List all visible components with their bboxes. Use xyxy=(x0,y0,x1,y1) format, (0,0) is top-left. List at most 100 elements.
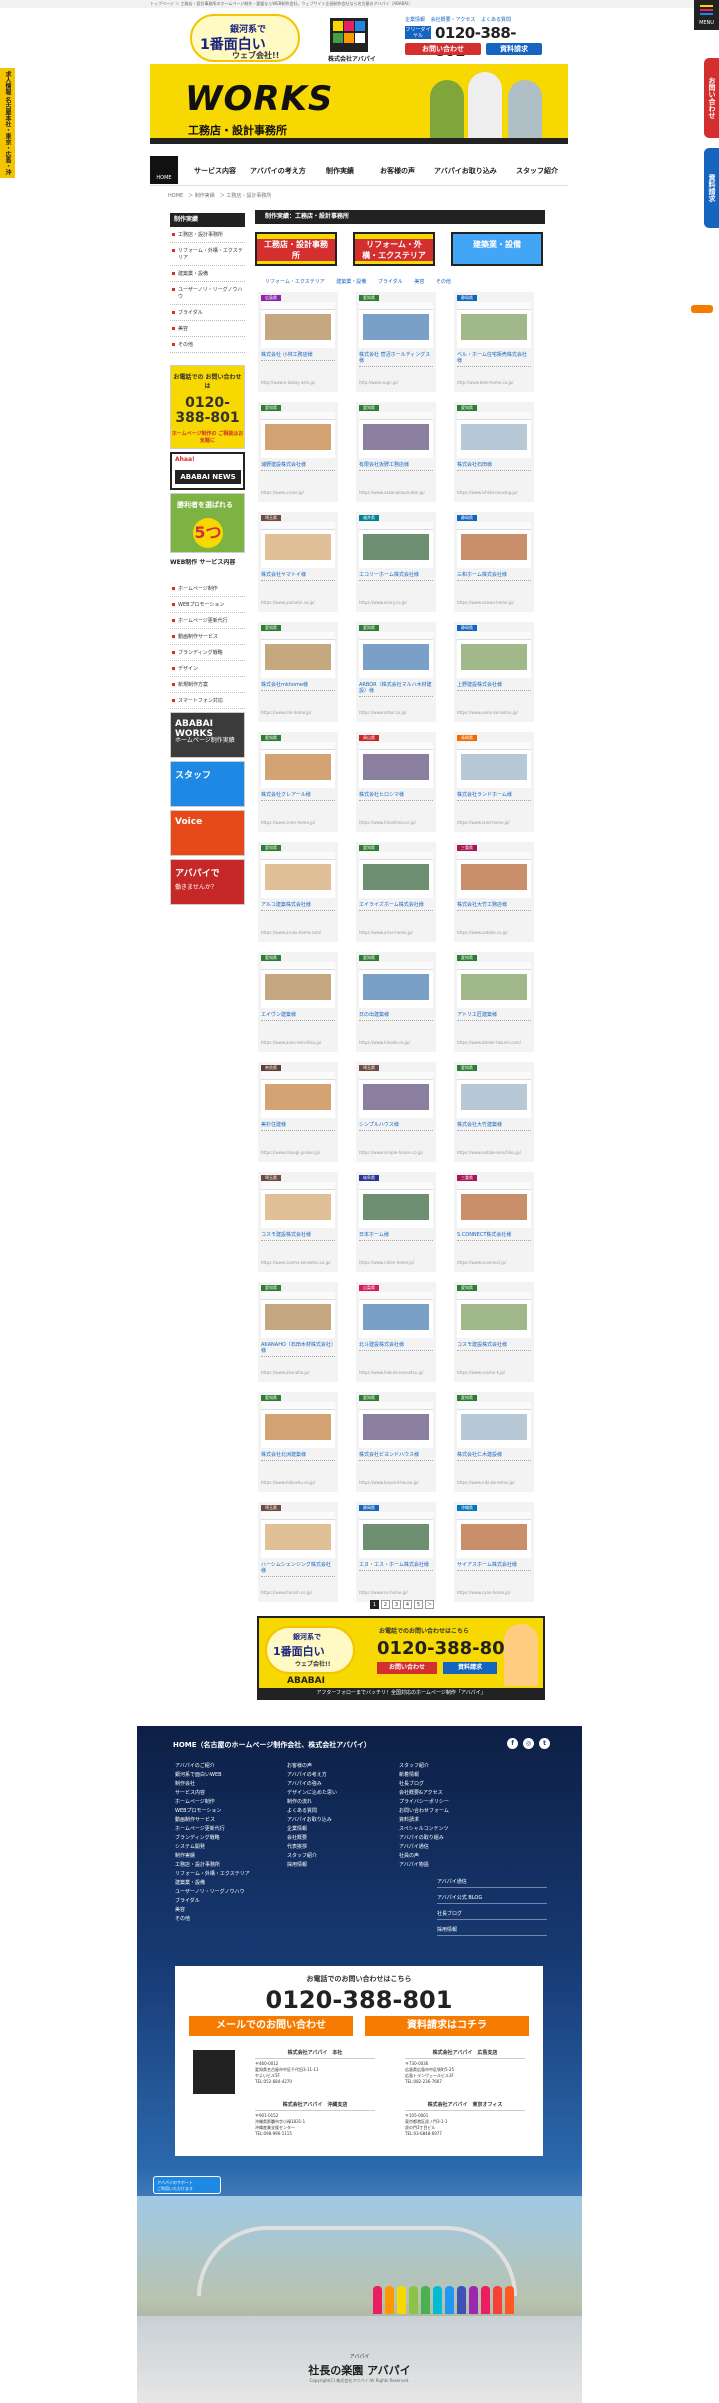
work-name[interactable]: アトリエ匠建築様 xyxy=(457,1012,531,1021)
work-url[interactable]: https://www.ns-home.jp/ xyxy=(359,1590,433,1595)
work-card[interactable]: 埼玉県 シンプルハウス様 https://www.simple-house.co.j… xyxy=(356,1062,436,1162)
sidebar-item[interactable]: 工務店・設計事務所 xyxy=(170,227,245,243)
work-card[interactable]: 愛知県 アトリエ匠建築様 https://www.atelier-takumi.co… xyxy=(454,952,534,1052)
work-name[interactable]: AKANAHO（石田木材株式会社）様 xyxy=(261,1342,335,1357)
breadcrumb-works[interactable]: 制作実績 xyxy=(195,193,215,199)
sidebar-service-item[interactable]: ホームページ制作 xyxy=(170,581,245,597)
work-name[interactable]: 株式会社ランドホーム様 xyxy=(457,792,531,801)
work-name[interactable]: 有限会社坂野工務店様 xyxy=(359,462,433,471)
work-name[interactable]: 北斗建設株式会社様 xyxy=(359,1342,433,1351)
work-url[interactable]: https://www.niki-kensetsu.jp/ xyxy=(457,1480,531,1485)
page-link[interactable]: 5 xyxy=(414,1600,423,1609)
facebook-icon[interactable]: f xyxy=(507,1738,518,1749)
mail-contact-button[interactable]: メールでのお問い合わせ xyxy=(189,2016,353,2036)
footer-link[interactable]: 銀河系で面白いWEB xyxy=(175,1771,250,1780)
site-screenshot[interactable] xyxy=(261,852,335,898)
work-card[interactable]: 静岡県 三和ホーム株式会社様 https://www.sanwa-home.jp/ xyxy=(454,512,534,612)
work-card[interactable]: 愛知県 株式会社北洲建築様 https://www.hokushu.co.jp/ xyxy=(258,1392,338,1492)
request-docs-button[interactable]: 資料請求 xyxy=(486,43,542,55)
category-construction[interactable]: 建築業・設備 xyxy=(451,232,543,266)
category-reform[interactable]: リフォーム・外構・エクステリア xyxy=(353,232,435,266)
work-card[interactable]: 愛知県 株式会社ビヨンドハウス様 https://www.beyond-house.… xyxy=(356,1392,436,1492)
work-name[interactable]: ベル・ホーム住宅販売株式会社様 xyxy=(457,352,531,367)
work-url[interactable]: https://www.ishida-housing.jp/ xyxy=(457,490,531,495)
sidebar-works-banner[interactable]: ABABAI WORKS ホームページ制作実績 xyxy=(170,712,245,758)
footer-link[interactable]: お問い合わせフォーム xyxy=(399,1807,449,1816)
site-screenshot[interactable] xyxy=(261,412,335,458)
site-screenshot[interactable] xyxy=(457,412,531,458)
footer-link[interactable]: アバパイお取り込み xyxy=(287,1816,337,1825)
work-name[interactable]: 株式会社大竹工務店様 xyxy=(457,902,531,911)
work-name[interactable]: 株式会社クレアール様 xyxy=(261,792,335,801)
footer-link[interactable]: ブライダル xyxy=(175,1897,250,1906)
work-url[interactable]: https://www.hokushu.co.jp/ xyxy=(261,1480,335,1485)
tag-link[interactable]: ブライダル xyxy=(378,279,403,285)
footer-link[interactable]: 工務店・設計事務所 xyxy=(175,1861,250,1870)
cta-request-button[interactable]: 資料請求 xyxy=(443,1662,497,1674)
work-name[interactable]: 株式会社 小林工務店様 xyxy=(261,352,335,361)
nav-staff[interactable]: スタッフ紹介 xyxy=(516,166,558,176)
ababai-mark[interactable] xyxy=(330,18,368,52)
work-url[interactable]: https://www.urano.jp/ xyxy=(261,490,335,495)
page-link[interactable]: 2 xyxy=(381,1600,390,1609)
work-card[interactable]: 愛知県 株式会社mkhome様 https://www.mk-home.jp/ xyxy=(258,622,338,722)
work-url[interactable]: https://www.nihon-home.jp/ xyxy=(359,1260,433,1265)
site-screenshot[interactable] xyxy=(359,852,433,898)
site-screenshot[interactable] xyxy=(457,742,531,788)
footer-link[interactable]: 資料請求 xyxy=(399,1816,449,1825)
footer-link[interactable]: ホームページ更新代行 xyxy=(175,1825,250,1834)
work-card[interactable]: 広島県 株式会社 小林工務店様 http://www.k-kobay ashi.jp… xyxy=(258,292,338,392)
nav-access[interactable]: 会社概要・アクセス xyxy=(431,17,476,23)
work-url[interactable]: https://www.ootake.co.jp/ xyxy=(457,930,531,935)
footer-link[interactable]: 企業情報 xyxy=(287,1825,337,1834)
footer-link[interactable]: スタッフ紹介 xyxy=(287,1852,337,1861)
work-card[interactable]: 埼玉県 株式会社ヤマトイ様 https://www.yamatoi.co.jp/ xyxy=(258,512,338,612)
work-name[interactable]: コスモ建設株式会社様 xyxy=(261,1232,335,1241)
sidebar-service-item[interactable]: 動画制作サービス xyxy=(170,629,245,645)
site-screenshot[interactable] xyxy=(457,1182,531,1228)
work-url[interactable]: https://www.cosmo-kensetsu.co.jp/ xyxy=(261,1260,335,1265)
work-card[interactable]: 愛知県 AKANAHO（石田木材株式会社）様 https://www.akanaho… xyxy=(258,1282,338,1382)
nav-works[interactable]: 制作実績 xyxy=(326,166,354,176)
footer-link[interactable]: 動画制作サービス xyxy=(175,1816,250,1825)
work-url[interactable]: https://www.hokuto-kensetsu.jp/ xyxy=(359,1370,433,1375)
work-url[interactable]: https://www.hiroshima.co.jp/ xyxy=(359,820,433,825)
work-card[interactable]: 山梨県 北斗建設株式会社様 https://www.hokuto-kensetsu.… xyxy=(356,1282,436,1382)
work-card[interactable]: 愛知県 株式会社石田様 https://www.ishida-housing.jp/ xyxy=(454,402,534,502)
work-url[interactable]: https://www.atelier-takumi.com/ xyxy=(457,1040,531,1045)
work-card[interactable]: 愛知県 浦野建設株式会社様 https://www.urano.jp/ xyxy=(258,402,338,502)
sidebar-staff-banner[interactable]: スタッフ xyxy=(170,761,245,807)
site-screenshot[interactable] xyxy=(457,1072,531,1118)
work-card[interactable]: 埼玉県 ハーシムシェンジング株式会社様 https://www.harsim.co.… xyxy=(258,1502,338,1602)
work-name[interactable]: 美杉住建様 xyxy=(261,1122,335,1131)
work-name[interactable]: エヌ・エス・ホーム株式会社様 xyxy=(359,1562,433,1571)
category-builder[interactable]: 工務店・設計事務所 xyxy=(255,232,337,266)
work-card[interactable]: 奈良県 美杉住建様 https://www.misugi-jyuken.jp/ xyxy=(258,1062,338,1162)
sidebar-item[interactable]: ユーザーノリ・リーグノウハウ xyxy=(170,282,245,305)
footer-link[interactable]: 建築業・設備 xyxy=(175,1879,250,1888)
work-url[interactable]: https://www.ootake-kenchiku.jp/ xyxy=(457,1150,531,1155)
sidebar-service-item[interactable]: ブランディング戦略 xyxy=(170,645,245,661)
work-url[interactable]: https://www.aven-kenchiku.jp/ xyxy=(261,1040,335,1045)
footer-home-link[interactable]: HOME（名古屋のホームページ制作会社、株式会社アバパイ） xyxy=(173,1740,371,1750)
footer-phone-number[interactable]: 0120-388-801 xyxy=(175,1986,543,2014)
work-card[interactable]: 三重県 株式会社大竹工務店様 https://www.ootake.co.jp/ xyxy=(454,842,534,942)
support-badge[interactable]: アバパイのサポート ご利用いただけます xyxy=(153,2176,221,2194)
work-card[interactable]: 愛知県 株式会社大竹建築様 https://www.ootake-kenchiku.… xyxy=(454,1062,534,1162)
site-screenshot[interactable] xyxy=(359,632,433,678)
site-screenshot[interactable] xyxy=(457,522,531,568)
site-screenshot[interactable] xyxy=(359,302,433,348)
site-screenshot[interactable] xyxy=(359,742,433,788)
work-name[interactable]: コスモ建設株式会社様 xyxy=(457,1342,531,1351)
sidebar-five-reasons-banner[interactable]: 勝利者を選ばれる 5つ xyxy=(170,493,245,553)
work-name[interactable]: 上野建設株式会社様 xyxy=(457,682,531,691)
work-url[interactable]: https://www.mk-home.jp/ xyxy=(261,710,335,715)
instagram-icon[interactable]: ◎ xyxy=(523,1738,534,1749)
site-screenshot[interactable] xyxy=(457,632,531,678)
work-name[interactable]: 株式会社 菅沼ホールディングス様 xyxy=(359,352,433,367)
work-card[interactable]: 愛知県 エイヴン建築様 https://www.aven-kenchiku.jp/ xyxy=(258,952,338,1052)
footer-link[interactable]: 社長ブログ xyxy=(399,1780,449,1789)
sidebar-tel-banner[interactable]: お電話での お問い合わせは 0120- 388-801 ホームページ制作の ご相… xyxy=(170,365,245,449)
site-screenshot[interactable] xyxy=(261,1072,335,1118)
footer-link[interactable]: デザインに込めた思い xyxy=(287,1789,337,1798)
